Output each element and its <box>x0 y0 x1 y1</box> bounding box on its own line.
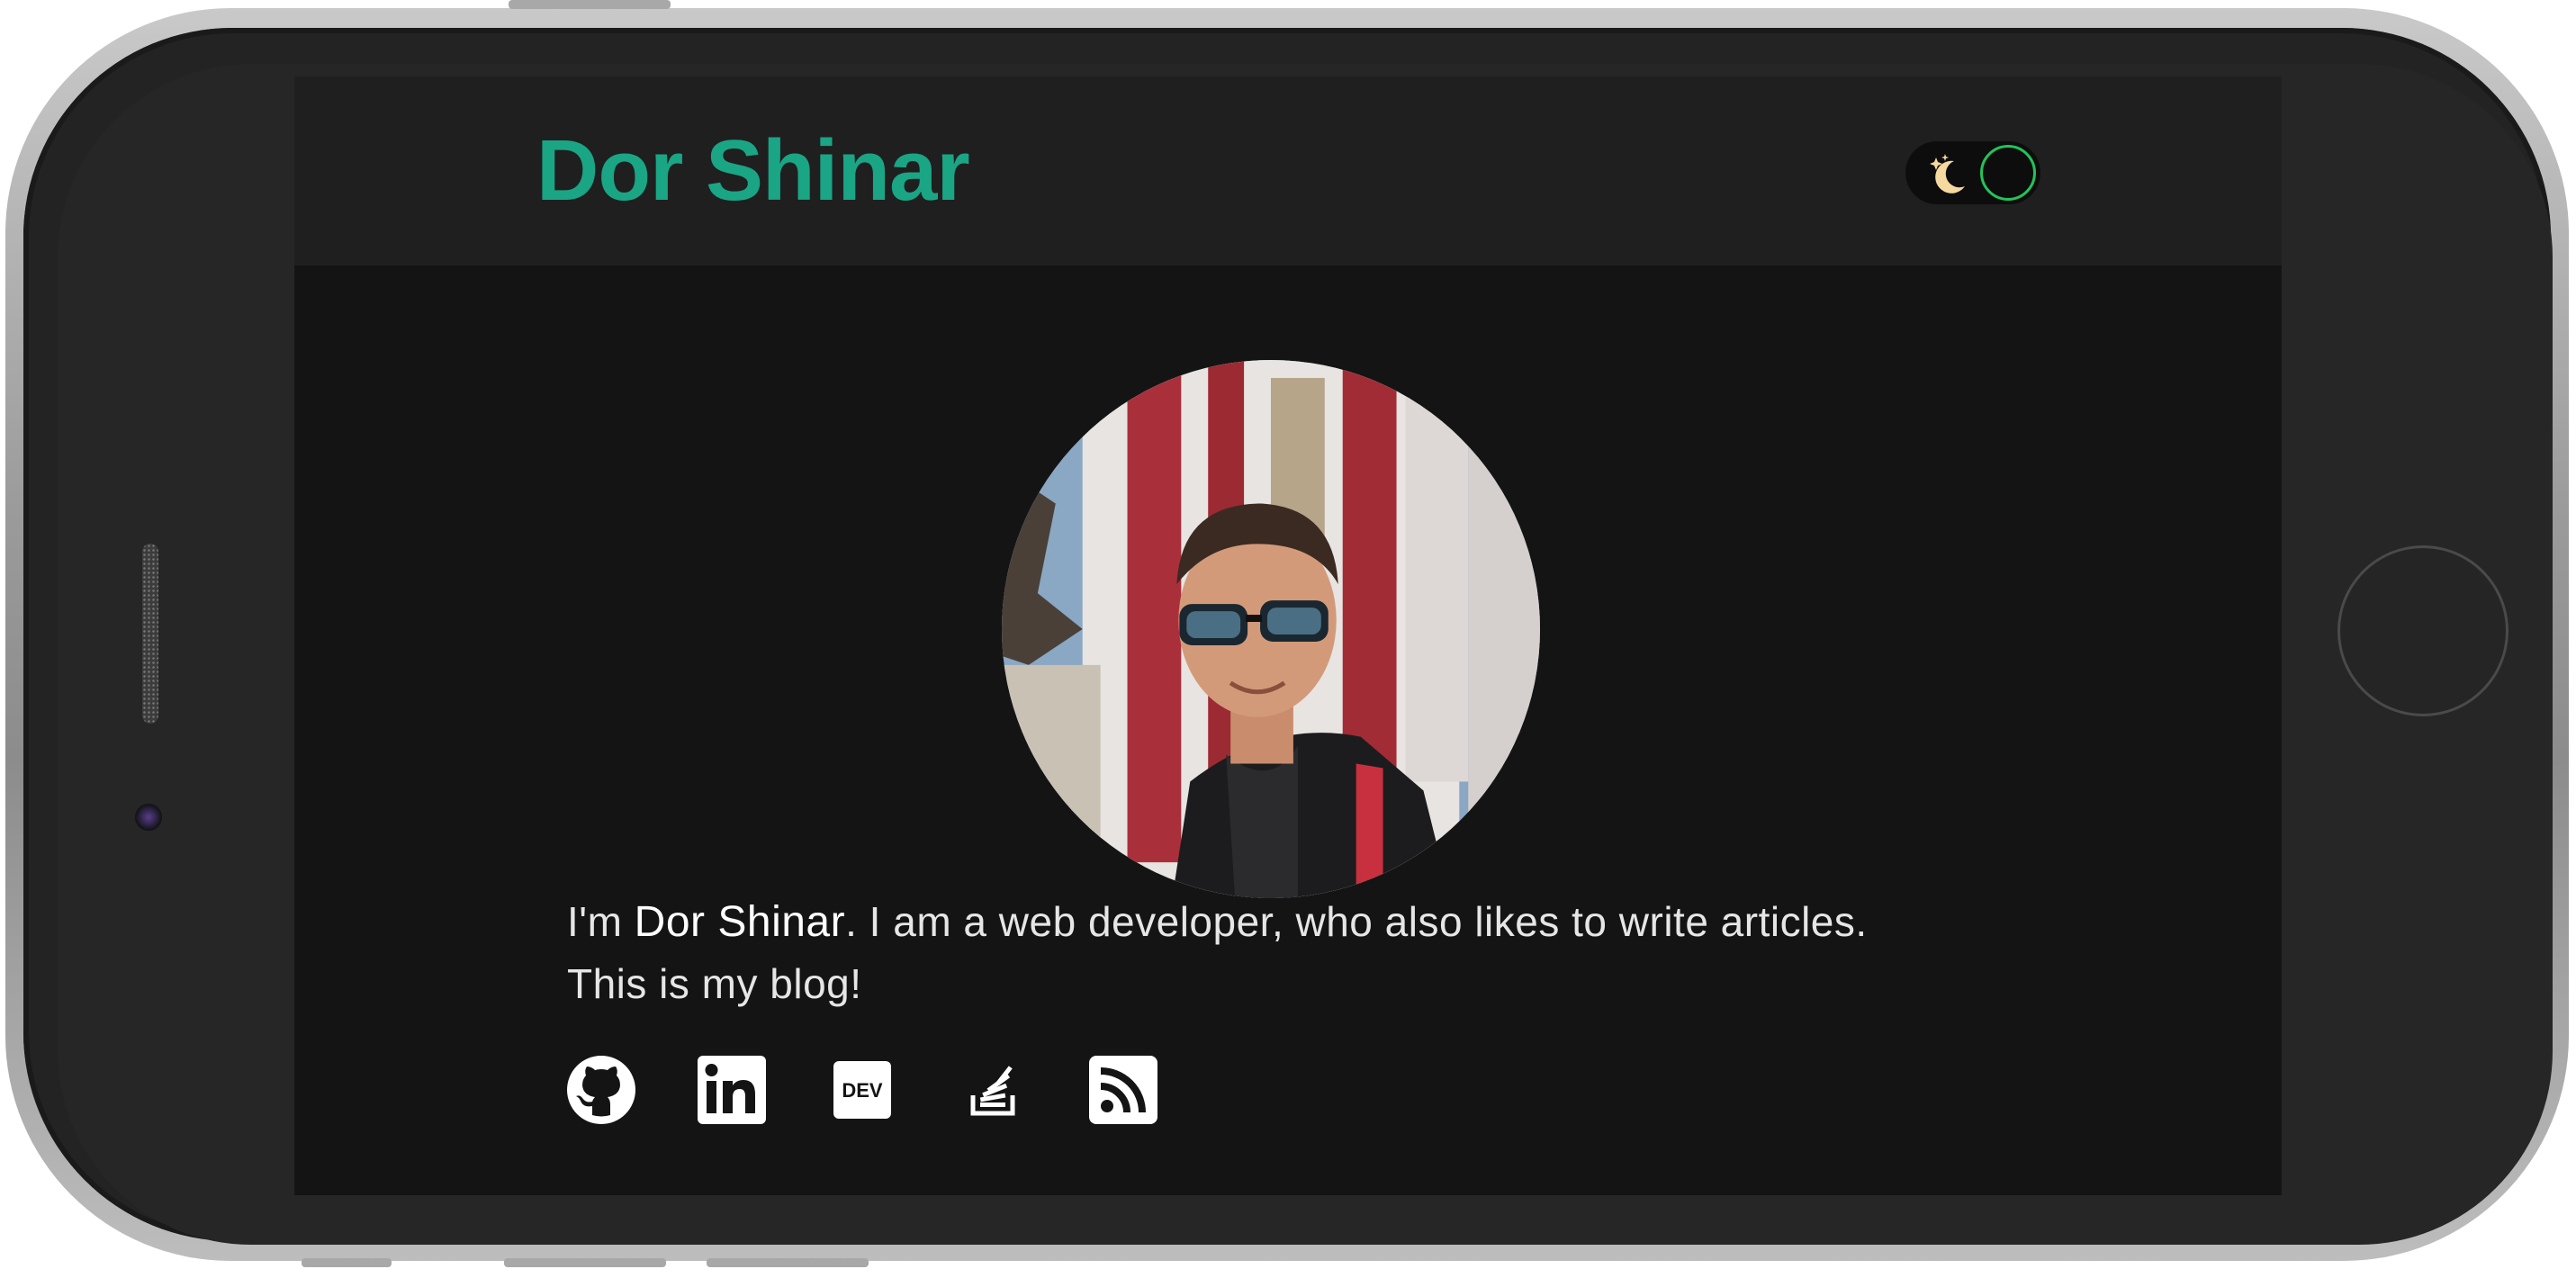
toggle-knob <box>1980 145 2036 201</box>
linkedin-link[interactable] <box>698 1056 766 1124</box>
linkedin-icon <box>698 1056 766 1124</box>
dev-icon-label: DEV <box>842 1079 883 1102</box>
theme-toggle[interactable] <box>1905 141 2040 204</box>
phone-side-button <box>509 0 671 9</box>
dev-icon: DEV <box>833 1061 891 1119</box>
rss-link[interactable] <box>1089 1056 1157 1124</box>
bio-text: I'm Dor Shinar. I am a web developer, wh… <box>567 891 1917 1015</box>
screen: Dor Shinar I'm Dor Shinar. I am a web de… <box>294 76 2282 1195</box>
moon-stars-icon <box>1930 154 1965 194</box>
avatar <box>1002 360 1540 898</box>
phone-home-button <box>2337 545 2508 716</box>
phone-volume-button <box>302 1258 392 1267</box>
phone-volume-button <box>504 1258 666 1267</box>
stackoverflow-icon <box>970 1066 1015 1116</box>
bio-name: Dor Shinar <box>634 898 846 946</box>
phone-speaker <box>142 544 158 724</box>
social-links: DEV <box>567 1054 1220 1126</box>
avatar-photo <box>1002 360 1540 898</box>
dev-link[interactable]: DEV <box>828 1056 896 1124</box>
site-header: Dor Shinar <box>294 76 2282 266</box>
site-title[interactable]: Dor Shinar <box>536 122 970 220</box>
github-link[interactable] <box>567 1056 635 1124</box>
bio-prefix: I'm <box>567 898 635 945</box>
rss-icon <box>1089 1056 1157 1124</box>
github-icon <box>567 1056 635 1124</box>
phone-camera <box>135 804 162 831</box>
phone-volume-button <box>707 1258 869 1267</box>
stackoverflow-link[interactable] <box>959 1056 1027 1124</box>
